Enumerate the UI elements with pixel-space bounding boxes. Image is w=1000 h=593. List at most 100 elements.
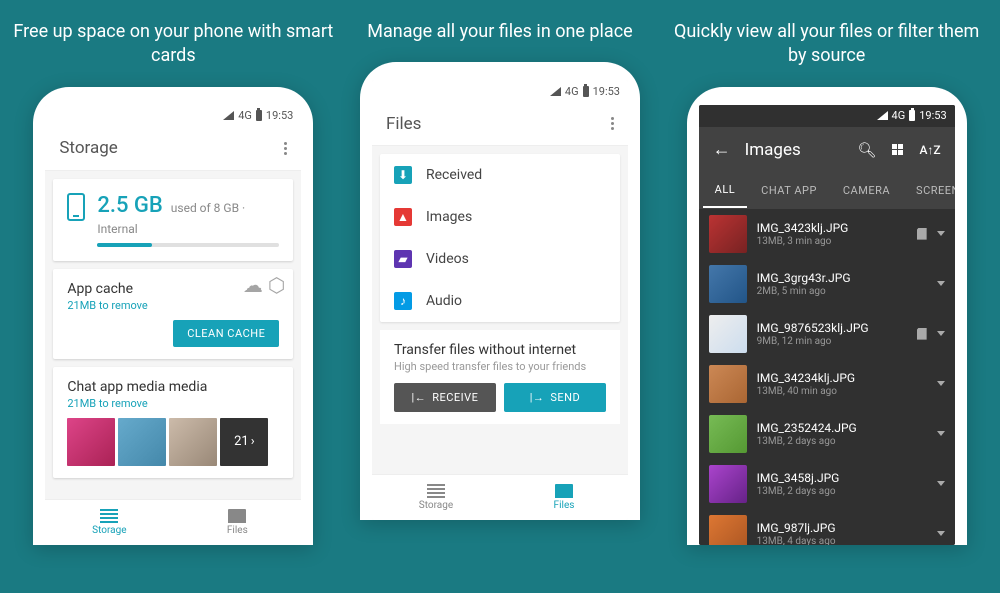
image-name: IMG_3458j.JPG: [757, 471, 927, 485]
signal-icon: [550, 87, 561, 96]
nav-storage[interactable]: Storage: [45, 500, 173, 545]
cache-decor-icon: ☁︎ ⬡: [243, 273, 285, 297]
phone-frame-storage: 4G 19:53 Storage 2.5 GB used of 8 GB · I…: [33, 87, 313, 545]
image-row[interactable]: IMG_987lj.JPG 13MB, 4 days ago: [699, 509, 955, 545]
sd-card-icon: [917, 228, 927, 240]
tab-camera[interactable]: CAMERA: [831, 174, 902, 207]
image-meta: 13MB, 2 days ago: [757, 436, 927, 447]
battery-icon: [256, 110, 262, 121]
image-thumb: [709, 315, 747, 353]
media-more-button[interactable]: 21›: [220, 418, 268, 466]
battery-icon: [583, 86, 589, 97]
storage-icon: [100, 509, 118, 523]
tab-chatapp[interactable]: CHAT APP: [749, 174, 829, 207]
sd-card-icon: [917, 328, 927, 340]
image-thumb: [709, 415, 747, 453]
image-list: IMG_3423klj.JPG 13MB, 3 min ago IMG_3grg…: [699, 209, 955, 545]
file-categories: ⬇Received ▲Images ▰Videos ♪Audio: [380, 154, 620, 322]
image-meta: 2MB, 5 min ago: [757, 286, 927, 297]
status-bar: 4G 19:53: [699, 105, 955, 127]
image-row[interactable]: IMG_3grg43r.JPG 2MB, 5 min ago: [699, 259, 955, 309]
expand-icon[interactable]: [937, 331, 945, 336]
storage-summary-card: 2.5 GB used of 8 GB · Internal: [53, 179, 293, 261]
image-thumb: [709, 215, 747, 253]
signal-icon: [223, 111, 234, 120]
media-thumb[interactable]: [118, 418, 166, 466]
signal-icon: [877, 111, 888, 120]
status-bar: 4G 19:53: [372, 80, 628, 102]
audio-icon: ♪: [394, 292, 412, 310]
image-name: IMG_3grg43r.JPG: [757, 271, 927, 285]
media-card-title: Chat app media media: [67, 379, 279, 395]
expand-icon[interactable]: [937, 431, 945, 436]
bottom-nav: Storage Files: [372, 474, 628, 520]
storage-used: 2.5 GB: [97, 193, 162, 218]
image-name: IMG_9876523klj.JPG: [757, 321, 907, 335]
clean-cache-button[interactable]: CLEAN CACHE: [173, 320, 279, 347]
image-row[interactable]: IMG_3423klj.JPG 13MB, 3 min ago: [699, 209, 955, 259]
clock: 19:53: [593, 85, 620, 98]
media-thumb[interactable]: [67, 418, 115, 466]
image-row[interactable]: IMG_2352424.JPG 13MB, 2 days ago: [699, 409, 955, 459]
image-name: IMG_34234klj.JPG: [757, 371, 927, 385]
image-meta: 9MB, 12 min ago: [757, 336, 907, 347]
expand-icon[interactable]: [937, 231, 945, 236]
expand-icon[interactable]: [937, 381, 945, 386]
network-label: 4G: [892, 109, 906, 122]
overflow-menu-icon[interactable]: [284, 142, 287, 155]
app-bar: Files: [372, 102, 628, 146]
headline-files: Manage all your files in one place: [367, 20, 632, 44]
grid-view-icon[interactable]: [892, 144, 903, 155]
search-icon[interactable]: 🔍︎: [857, 141, 876, 159]
video-icon: ▰: [394, 250, 412, 268]
category-images[interactable]: ▲Images: [380, 196, 620, 238]
image-meta: 13MB, 3 min ago: [757, 236, 907, 247]
receive-icon: |←: [412, 391, 427, 404]
category-videos[interactable]: ▰Videos: [380, 238, 620, 280]
folder-icon: [555, 484, 573, 498]
battery-icon: [909, 110, 915, 121]
image-meta: 13MB, 2 days ago: [757, 486, 927, 497]
app-bar: Storage: [45, 127, 301, 171]
tab-all[interactable]: ALL: [703, 173, 748, 208]
page-title: Storage: [59, 138, 117, 158]
nav-files[interactable]: Files: [173, 500, 301, 545]
sort-icon[interactable]: A↑Z: [919, 143, 940, 157]
image-thumb: [709, 465, 747, 503]
status-bar: 4G 19:53: [45, 105, 301, 127]
image-row[interactable]: IMG_34234klj.JPG 13MB, 40 min ago: [699, 359, 955, 409]
image-row[interactable]: IMG_3458j.JPG 13MB, 2 days ago: [699, 459, 955, 509]
overflow-menu-icon[interactable]: [611, 117, 614, 130]
category-received[interactable]: ⬇Received: [380, 154, 620, 196]
nav-storage[interactable]: Storage: [372, 475, 500, 520]
tab-screenshots[interactable]: SCREEN: [904, 174, 955, 207]
category-audio[interactable]: ♪Audio: [380, 280, 620, 322]
transfer-sub: High speed transfer files to your friend…: [394, 360, 606, 373]
media-card-sub: 21MB to remove: [67, 397, 279, 410]
cache-card-sub: 21MB to remove: [67, 299, 279, 312]
image-row[interactable]: IMG_9876523klj.JPG 9MB, 12 min ago: [699, 309, 955, 359]
network-label: 4G: [565, 85, 579, 98]
network-label: 4G: [238, 109, 252, 122]
expand-icon[interactable]: [937, 531, 945, 536]
send-icon: |→: [530, 391, 545, 404]
page-title: Files: [386, 114, 421, 134]
expand-icon[interactable]: [937, 281, 945, 286]
transfer-title: Transfer files without internet: [394, 342, 606, 358]
media-thumb[interactable]: [169, 418, 217, 466]
image-meta: 13MB, 4 days ago: [757, 536, 927, 545]
folder-icon: [228, 509, 246, 523]
filter-tabs: ALL CHAT APP CAMERA SCREEN: [699, 173, 955, 209]
send-button[interactable]: |→SEND: [504, 383, 606, 412]
cache-card: ☁︎ ⬡ App cache 21MB to remove CLEAN CACH…: [53, 269, 293, 359]
phone-icon: [67, 193, 85, 221]
back-icon[interactable]: ←: [713, 139, 731, 160]
media-card: Chat app media media 21MB to remove 21›: [53, 367, 293, 478]
nav-files[interactable]: Files: [500, 475, 628, 520]
receive-button[interactable]: |←RECEIVE: [394, 383, 496, 412]
phone-frame-files: 4G 19:53 Files ⬇Received ▲Images ▰Videos…: [360, 62, 640, 520]
image-thumb: [709, 515, 747, 545]
expand-icon[interactable]: [937, 481, 945, 486]
image-thumb: [709, 365, 747, 403]
download-icon: ⬇: [394, 166, 412, 184]
